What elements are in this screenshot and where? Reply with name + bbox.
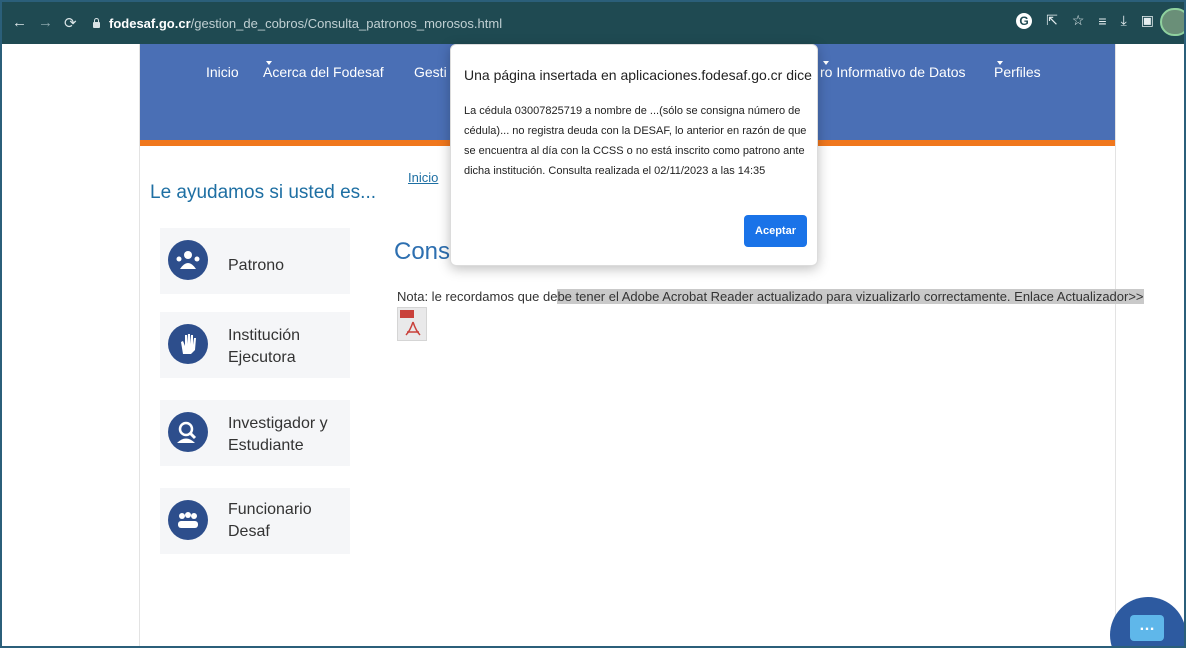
side-panel-icon[interactable]: ▣ bbox=[1141, 12, 1154, 29]
sidebar-item-label: Ejecutora bbox=[228, 349, 296, 366]
reload-icon[interactable]: ⟳ bbox=[64, 14, 77, 32]
back-icon[interactable]: ← bbox=[12, 14, 27, 31]
page-margin-right bbox=[1115, 44, 1184, 646]
url-path: /gestion_de_cobros/Consulta_patronos_mor… bbox=[190, 15, 503, 31]
sidebar-item-patrono[interactable]: Patrono bbox=[160, 228, 350, 294]
dialog-message: La cédula 03007825719 a nombre de ...(só… bbox=[464, 105, 807, 177]
hand-icon bbox=[168, 324, 208, 364]
note-text: Nota: le recordamos que de bbox=[397, 289, 558, 304]
sidebar-item-label: Desaf bbox=[228, 523, 270, 540]
nav-item-acerca[interactable]: Acerca del Fodesaf bbox=[263, 54, 384, 80]
download-icon[interactable]: ⤓ bbox=[1121, 12, 1127, 29]
star-icon[interactable]: ☆ bbox=[1072, 12, 1085, 29]
sidebar-item-label: Funcionario bbox=[228, 501, 312, 518]
address-bar[interactable]: fodesaf.go.cr /gestion_de_cobros/Consult… bbox=[92, 12, 512, 34]
share-icon[interactable]: ⇱ bbox=[1046, 12, 1058, 29]
sidebar-item-investigador[interactable]: Investigador y Estudiante bbox=[160, 400, 350, 466]
alert-dialog: Una página insertada en aplicaciones.fod… bbox=[450, 44, 818, 266]
lock-icon bbox=[92, 17, 101, 29]
sidebar-item-institucion[interactable]: Institución Ejecutora bbox=[160, 312, 350, 378]
sidebar-item-label: Investigador y bbox=[228, 415, 328, 432]
breadcrumb[interactable]: Inicio bbox=[408, 170, 438, 185]
sidebar-item-label: Estudiante bbox=[228, 437, 304, 454]
pdf-icon[interactable] bbox=[397, 307, 427, 341]
acrobat-note: Nota: le recordamos que debe tener el Ad… bbox=[397, 289, 1144, 304]
researcher-icon bbox=[168, 412, 208, 452]
sidebar-title: Le ayudamos si usted es... bbox=[150, 182, 377, 203]
nav-item-perfiles[interactable]: Perfiles bbox=[994, 54, 1041, 80]
staff-group-icon bbox=[168, 500, 208, 540]
toolbar-actions: G ⇱ ☆ ≡ ⤓ ▣ bbox=[1016, 12, 1154, 29]
sidebar-item-label: Patrono bbox=[228, 257, 285, 274]
browser-toolbar: ← → ⟳ fodesaf.go.cr /gestion_de_cobros/C… bbox=[2, 2, 1184, 44]
chat-icon: … bbox=[1130, 615, 1164, 641]
sidebar-item-label: Institución bbox=[228, 327, 301, 344]
pdf-badge bbox=[400, 310, 414, 318]
accept-button[interactable]: Aceptar bbox=[744, 215, 807, 247]
browser-window: ← → ⟳ fodesaf.go.cr /gestion_de_cobros/C… bbox=[0, 0, 1186, 648]
url-host: fodesaf.go.cr bbox=[109, 15, 191, 31]
sidebar-item-funcionario[interactable]: Funcionario Desaf bbox=[160, 488, 350, 554]
note-highlight-link[interactable]: be tener el Adobe Acrobat Reader actuali… bbox=[557, 289, 1144, 304]
nav-item-centro-informativo[interactable]: ro Informativo de Datos bbox=[820, 54, 966, 80]
reading-list-icon[interactable]: ≡ bbox=[1098, 13, 1106, 29]
page-margin-left bbox=[2, 44, 140, 646]
profile-avatar[interactable] bbox=[1160, 8, 1184, 36]
dialog-title: Una página insertada en aplicaciones.fod… bbox=[464, 67, 812, 83]
forward-icon[interactable]: → bbox=[38, 14, 53, 31]
employer-icon bbox=[168, 240, 208, 280]
google-icon[interactable]: G bbox=[1016, 12, 1033, 29]
